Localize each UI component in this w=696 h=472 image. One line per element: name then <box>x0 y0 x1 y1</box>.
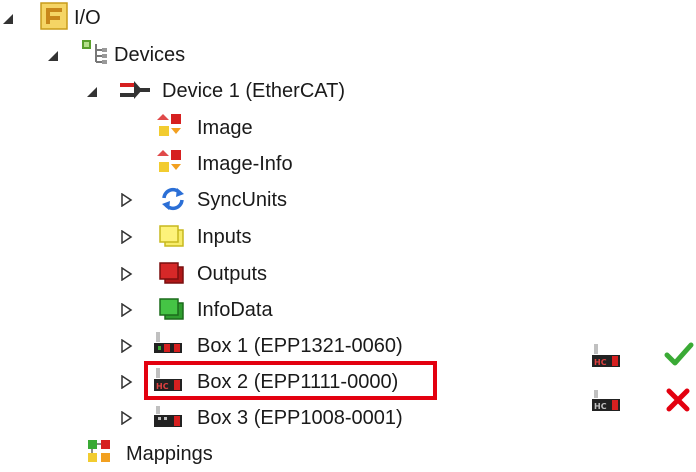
tree-node-image[interactable]: Image <box>197 110 253 146</box>
image-icon <box>157 112 185 145</box>
inputs-icon <box>158 224 186 255</box>
check-icon <box>664 340 694 373</box>
tree-node-box3[interactable]: Box 3 (EPP1008-0001) <box>197 400 403 436</box>
tree-node-devices[interactable]: Devices <box>114 37 185 73</box>
tree-node-io[interactable]: I/O <box>74 0 101 36</box>
expanded-triangle-icon <box>87 87 97 97</box>
sync-icon <box>160 186 186 217</box>
tree-node-box1[interactable]: Box 1 (EPP1321-0060) <box>197 328 403 364</box>
infodata-icon <box>158 297 186 328</box>
tree-node-device1[interactable]: Device 1 (EtherCAT) <box>162 73 345 109</box>
collapsed-triangle-icon <box>121 193 133 207</box>
tree-node-label: Image <box>197 117 253 139</box>
collapsed-triangle-icon <box>121 267 133 281</box>
expand-toggle-device1[interactable] <box>84 84 100 100</box>
tree-node-mappings[interactable]: Mappings <box>126 436 213 472</box>
tree-node-label: Image-Info <box>197 153 293 175</box>
io-folder-icon <box>40 2 68 35</box>
expanded-triangle-icon <box>3 14 13 24</box>
svg-text:HC: HC <box>594 358 607 367</box>
devices-icon <box>80 38 110 73</box>
expand-toggle-box2[interactable] <box>119 374 135 390</box>
collapsed-triangle-icon <box>121 411 133 425</box>
tree-node-label: Box 3 (EPP1008-0001) <box>197 407 403 429</box>
expand-toggle-outputs[interactable] <box>119 266 135 282</box>
expand-toggle-infodata[interactable] <box>119 302 135 318</box>
collapsed-triangle-icon <box>121 339 133 353</box>
expand-toggle-box1[interactable] <box>119 338 135 354</box>
tree-node-image-info[interactable]: Image-Info <box>197 146 293 182</box>
tree-node-label: Inputs <box>197 226 252 248</box>
expand-toggle-inputs[interactable] <box>119 229 135 245</box>
image-info-icon <box>157 148 185 181</box>
collapsed-triangle-icon <box>121 375 133 389</box>
collapsed-triangle-icon <box>121 303 133 317</box>
highlight-frame <box>144 361 437 400</box>
mappings-icon <box>86 438 114 471</box>
box-legend-icon-ok: HC <box>590 342 626 375</box>
tree-node-infodata[interactable]: InfoData <box>197 292 273 328</box>
tree-node-label: Device 1 (EtherCAT) <box>162 80 346 102</box>
expanded-triangle-icon <box>48 51 58 61</box>
box-legend-icon-not-ok: HC <box>590 386 626 419</box>
tree-node-inputs[interactable]: Inputs <box>197 219 251 255</box>
tree-node-label: Box 1 (EPP1321-0060) <box>197 335 403 357</box>
tree-node-label: SyncUnits <box>197 189 288 211</box>
expand-toggle-syncunits[interactable] <box>119 192 135 208</box>
tree-node-label: Outputs <box>197 263 268 285</box>
tree-node-label: InfoData <box>197 299 273 321</box>
expand-toggle-devices[interactable] <box>45 48 61 64</box>
ethercat-device-icon <box>120 80 152 105</box>
expand-toggle-box3[interactable] <box>119 410 135 426</box>
tree-node-label: I/O <box>74 7 101 29</box>
tree-node-outputs[interactable]: Outputs <box>197 256 267 292</box>
box-module-icon <box>152 330 188 363</box>
outputs-icon <box>158 261 186 292</box>
cross-icon <box>664 386 692 419</box>
tree-node-label: Devices <box>114 44 186 66</box>
svg-text:HC: HC <box>594 402 607 411</box>
tree-node-syncunits[interactable]: SyncUnits <box>197 182 287 218</box>
box-module-icon <box>152 402 188 435</box>
tree-node-label: Mappings <box>126 443 213 465</box>
collapsed-triangle-icon <box>121 230 133 244</box>
expand-toggle-io[interactable] <box>0 11 16 27</box>
